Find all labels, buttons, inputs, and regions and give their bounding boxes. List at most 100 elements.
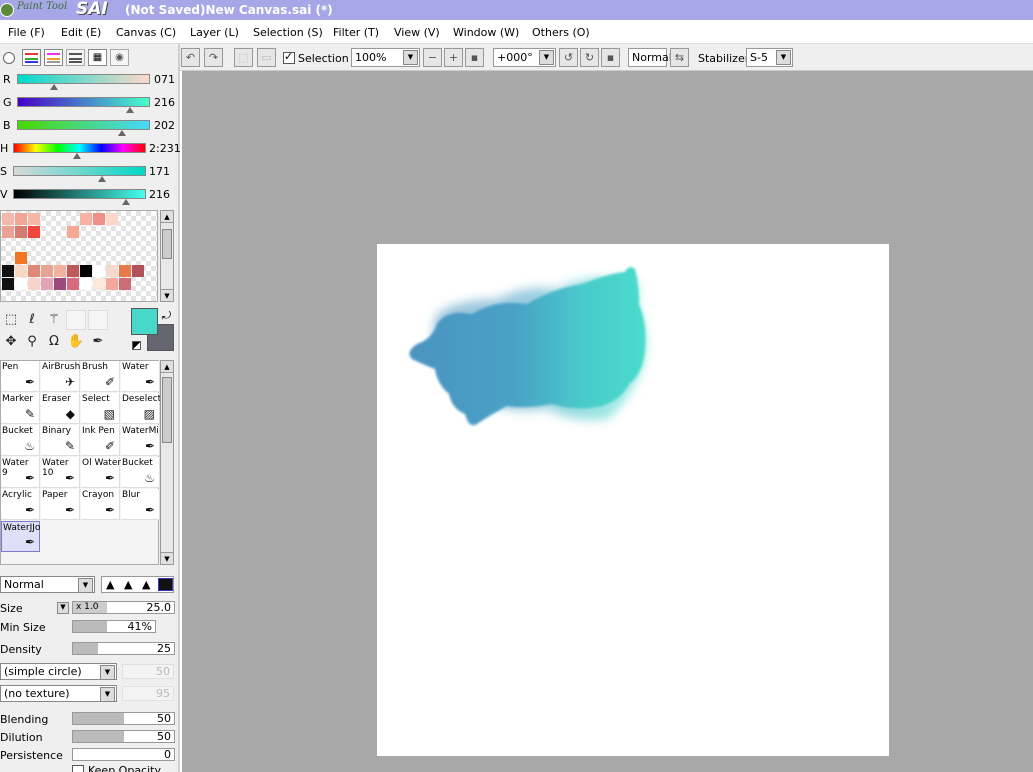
slider-b-track[interactable] <box>17 120 150 130</box>
edge-medium-icon[interactable]: ▲ <box>124 578 132 591</box>
swatch[interactable] <box>119 265 131 277</box>
swatch-panel[interactable] <box>0 210 158 302</box>
eyedropper-icon[interactable]: ✒ <box>88 332 108 352</box>
swatch[interactable] <box>80 213 92 225</box>
shape-strength-box[interactable]: 50 <box>122 664 174 679</box>
rotate-right-icon[interactable]: ↻ <box>580 48 599 67</box>
brush-slot-deselect[interactable]: Deselect ▨ <box>121 393 161 424</box>
swatch[interactable] <box>41 265 53 277</box>
swatch[interactable] <box>106 265 118 277</box>
swatch[interactable] <box>2 226 14 238</box>
swatch[interactable] <box>28 278 40 290</box>
brush-slot-marker[interactable]: Marker ✎ <box>1 393 40 424</box>
swap-colors-icon[interactable]: ⤾ <box>162 309 171 323</box>
slider-s-handle[interactable] <box>98 176 106 182</box>
blend-mode-box[interactable]: Normal <box>628 48 672 67</box>
brush-slot-water[interactable]: Water ✒ <box>121 361 160 392</box>
reset-colors-icon[interactable] <box>132 341 141 350</box>
slider-v-handle[interactable] <box>122 199 130 205</box>
zoom-reset-icon[interactable]: ▪ <box>465 48 484 67</box>
swatch[interactable] <box>28 213 40 225</box>
swatch[interactable] <box>132 265 144 277</box>
empty-tool-slot[interactable] <box>88 310 108 330</box>
rotate-icon[interactable]: Ω <box>44 332 64 352</box>
brush-mode-select[interactable]: Normal ▼ <box>0 576 95 593</box>
swatch[interactable] <box>28 226 40 238</box>
texture-strength-box[interactable]: 95 <box>122 686 174 701</box>
swatch[interactable] <box>106 278 118 290</box>
drawing-canvas[interactable] <box>377 244 889 756</box>
brush-slot-select[interactable]: Select ▧ <box>81 393 120 424</box>
brush-texture-select[interactable]: (no texture) ▼ <box>0 685 117 702</box>
brush-slot-eraser[interactable]: Eraser ◆ <box>41 393 80 424</box>
blending-slider[interactable]: 50 <box>72 712 175 725</box>
menu-window[interactable]: Window (W) <box>453 26 519 39</box>
chevron-down-icon[interactable]: ▼ <box>57 602 69 614</box>
slider-b[interactable]: B 202 <box>0 119 180 142</box>
foreground-color-swatch[interactable] <box>131 308 158 335</box>
redo-icon[interactable]: ↷ <box>204 48 223 67</box>
lasso-icon[interactable]: ℓ <box>22 310 42 330</box>
hsv-slider-icon[interactable] <box>44 49 63 66</box>
rotate-left-icon[interactable]: ↺ <box>559 48 578 67</box>
menu-canvas[interactable]: Canvas (C) <box>116 26 176 39</box>
swatch[interactable] <box>15 278 27 290</box>
swatch[interactable] <box>2 213 14 225</box>
zoom-icon[interactable]: ⚲ <box>22 332 42 352</box>
keep-opacity-checkbox[interactable] <box>72 765 84 772</box>
swatch[interactable] <box>15 226 27 238</box>
density-slider[interactable]: 25 <box>72 642 175 655</box>
size-slider[interactable]: x 1.0 25.0 <box>72 601 175 614</box>
slider-h-track[interactable] <box>13 143 146 153</box>
slider-g[interactable]: G 216 <box>0 96 180 119</box>
slider-g-handle[interactable] <box>126 107 134 113</box>
stabilizer-select[interactable]: S-5 ▼ <box>746 48 793 67</box>
color-wheel-icon[interactable] <box>3 52 15 64</box>
edge-hard-icon[interactable]: ▲ <box>142 578 150 591</box>
menu-others[interactable]: Others (O) <box>532 26 590 39</box>
swatch[interactable] <box>15 252 27 264</box>
slider-v[interactable]: V 216 <box>0 188 180 211</box>
menu-selection[interactable]: Selection (S) <box>253 26 323 39</box>
swatch[interactable] <box>15 265 27 277</box>
scroll-thumb[interactable] <box>162 229 172 259</box>
flip-horizontal-icon[interactable]: ⇆ <box>670 48 689 67</box>
brush-slot-blur[interactable]: Blur ✒ <box>121 489 160 520</box>
swatch[interactable] <box>54 265 66 277</box>
rotation-select[interactable]: +000° ▼ <box>493 48 556 67</box>
brush-slot-watermi[interactable]: WaterMi ✒ <box>121 425 160 456</box>
swatch-scrollbar[interactable]: ▲ ▼ <box>160 210 174 302</box>
menu-filter[interactable]: Filter (T) <box>333 26 379 39</box>
brush-slot-bucket[interactable]: Bucket ♨ <box>121 457 160 488</box>
slider-h[interactable]: H 2:231 <box>0 142 181 165</box>
edge-soft-icon[interactable]: ▲ <box>106 578 114 591</box>
swatch[interactable] <box>93 213 105 225</box>
zoom-select[interactable]: 100% ▼ <box>351 48 420 67</box>
invert-selection-icon[interactable]: ▭ <box>257 48 276 67</box>
brush-slot-paper[interactable]: Paper ✒ <box>41 489 80 520</box>
brush-slot-pen[interactable]: Pen ✒ <box>1 361 40 392</box>
brush-shape-select[interactable]: (simple circle) ▼ <box>0 663 117 680</box>
undo-icon[interactable]: ↶ <box>181 48 200 67</box>
scroll-down-icon[interactable]: ▼ <box>161 289 173 301</box>
menu-view[interactable]: View (V) <box>394 26 440 39</box>
brush-slot-airbrush[interactable]: AirBrush ✈ <box>41 361 80 392</box>
swatch[interactable] <box>106 213 118 225</box>
brush-slot-water-10[interactable]: Water 10 ✒ <box>41 457 80 488</box>
brush-slot-crayon[interactable]: Crayon ✒ <box>81 489 120 520</box>
color-history-icon[interactable] <box>66 49 85 66</box>
brush-slot-bucket[interactable]: Bucket ♨ <box>1 425 40 456</box>
swatch[interactable] <box>15 213 27 225</box>
brush-slot-binary[interactable]: Binary ✎ <box>41 425 80 456</box>
swatch[interactable] <box>67 265 79 277</box>
magic-wand-icon[interactable]: ⚚ <box>44 310 64 330</box>
rotate-reset-icon[interactable]: ▪ <box>601 48 620 67</box>
canvas-workspace[interactable] <box>182 71 1033 772</box>
empty-tool-slot[interactable] <box>66 310 86 330</box>
deselect-all-icon[interactable]: ⬚ <box>234 48 253 67</box>
swatch[interactable] <box>119 278 131 290</box>
menu-file[interactable]: File (F) <box>8 26 45 39</box>
slider-v-track[interactable] <box>13 189 146 199</box>
swatch[interactable] <box>2 265 14 277</box>
swatch[interactable] <box>80 278 92 290</box>
